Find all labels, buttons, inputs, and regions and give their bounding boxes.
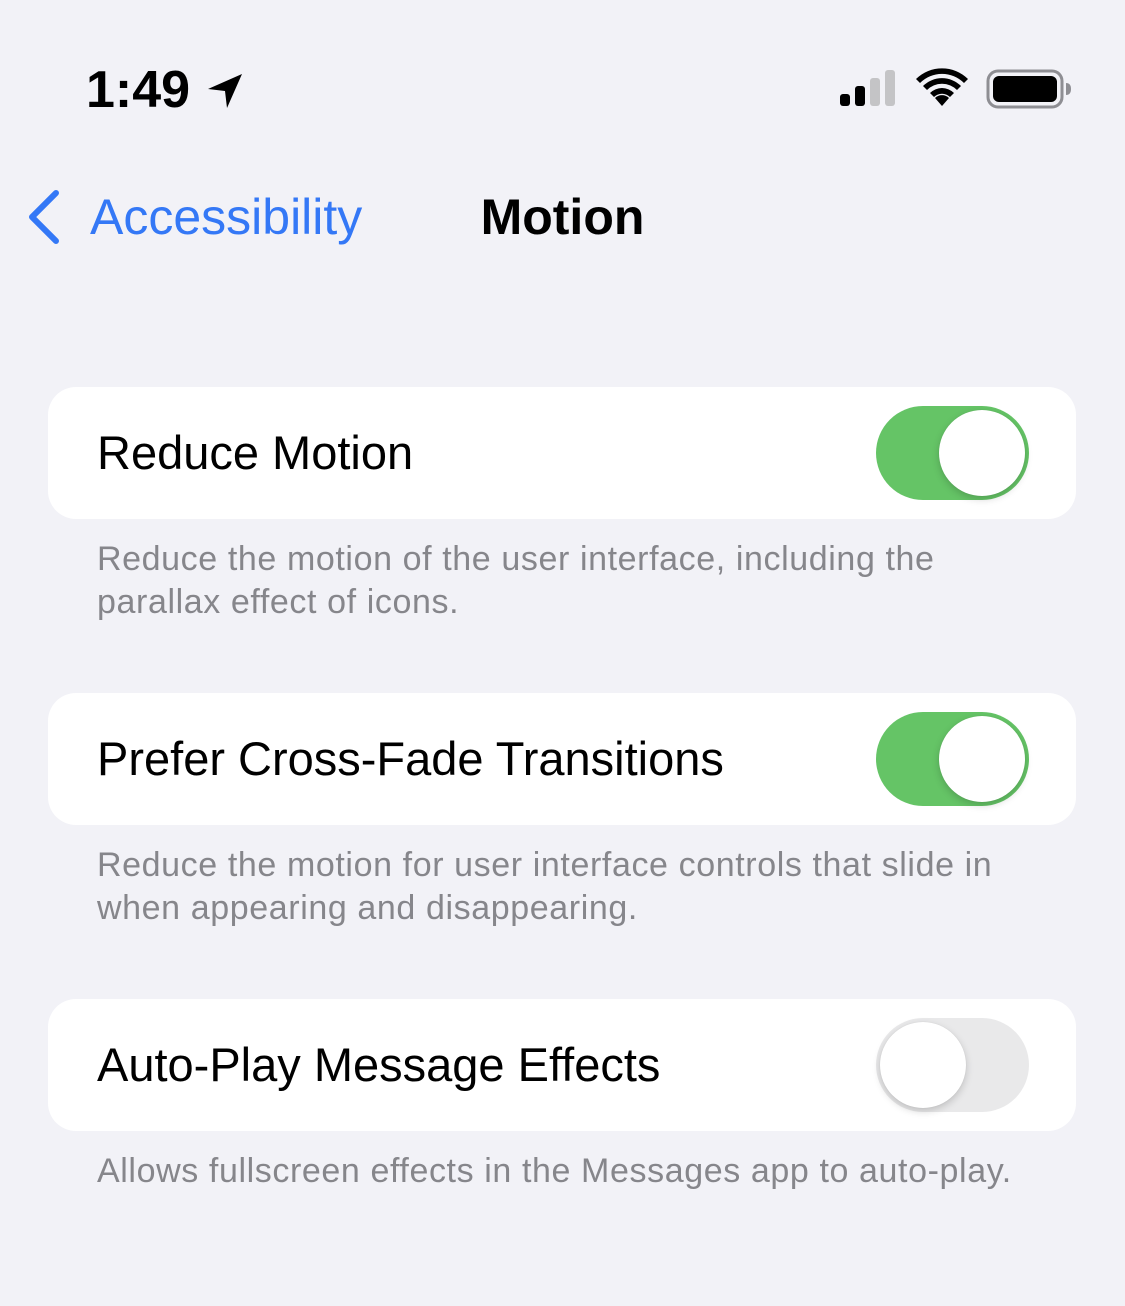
back-button-label: Accessibility: [90, 189, 363, 245]
setting-label: Prefer Cross-Fade Transitions: [97, 732, 724, 785]
setting-row-message-effects: Auto-Play Message Effects: [48, 999, 1076, 1131]
message-effects-toggle[interactable]: [876, 1018, 1029, 1112]
navigation-bar: Motion Accessibility: [0, 160, 1125, 270]
setting-label: Reduce Motion: [97, 426, 414, 479]
cellular-signal-icon: [840, 70, 895, 106]
setting-row-cross-fade: Prefer Cross-Fade Transitions: [48, 693, 1076, 825]
status-bar: 1:49: [0, 0, 1125, 140]
setting-label: Auto-Play Message Effects: [97, 1038, 661, 1091]
setting-footnote: Reduce the motion of the user interface,…: [97, 540, 935, 621]
battery-icon: [986, 69, 1071, 109]
back-button[interactable]: Accessibility: [24, 182, 362, 252]
toggle-knob: [939, 410, 1025, 496]
setting-row-reduce-motion: Reduce Motion: [48, 387, 1076, 519]
status-time: 1:49: [86, 61, 191, 119]
toggle-knob: [880, 1022, 966, 1108]
chevron-left-icon: [29, 190, 59, 244]
toggle-knob: [939, 716, 1025, 802]
location-arrow-icon: [208, 74, 242, 108]
reduce-motion-toggle[interactable]: [876, 406, 1029, 500]
cross-fade-toggle[interactable]: [876, 712, 1029, 806]
wifi-icon: [916, 68, 968, 106]
setting-footnote: Reduce the motion for user interface con…: [97, 846, 993, 927]
setting-footnote: Allows fullscreen effects in the Message…: [97, 1152, 1012, 1190]
